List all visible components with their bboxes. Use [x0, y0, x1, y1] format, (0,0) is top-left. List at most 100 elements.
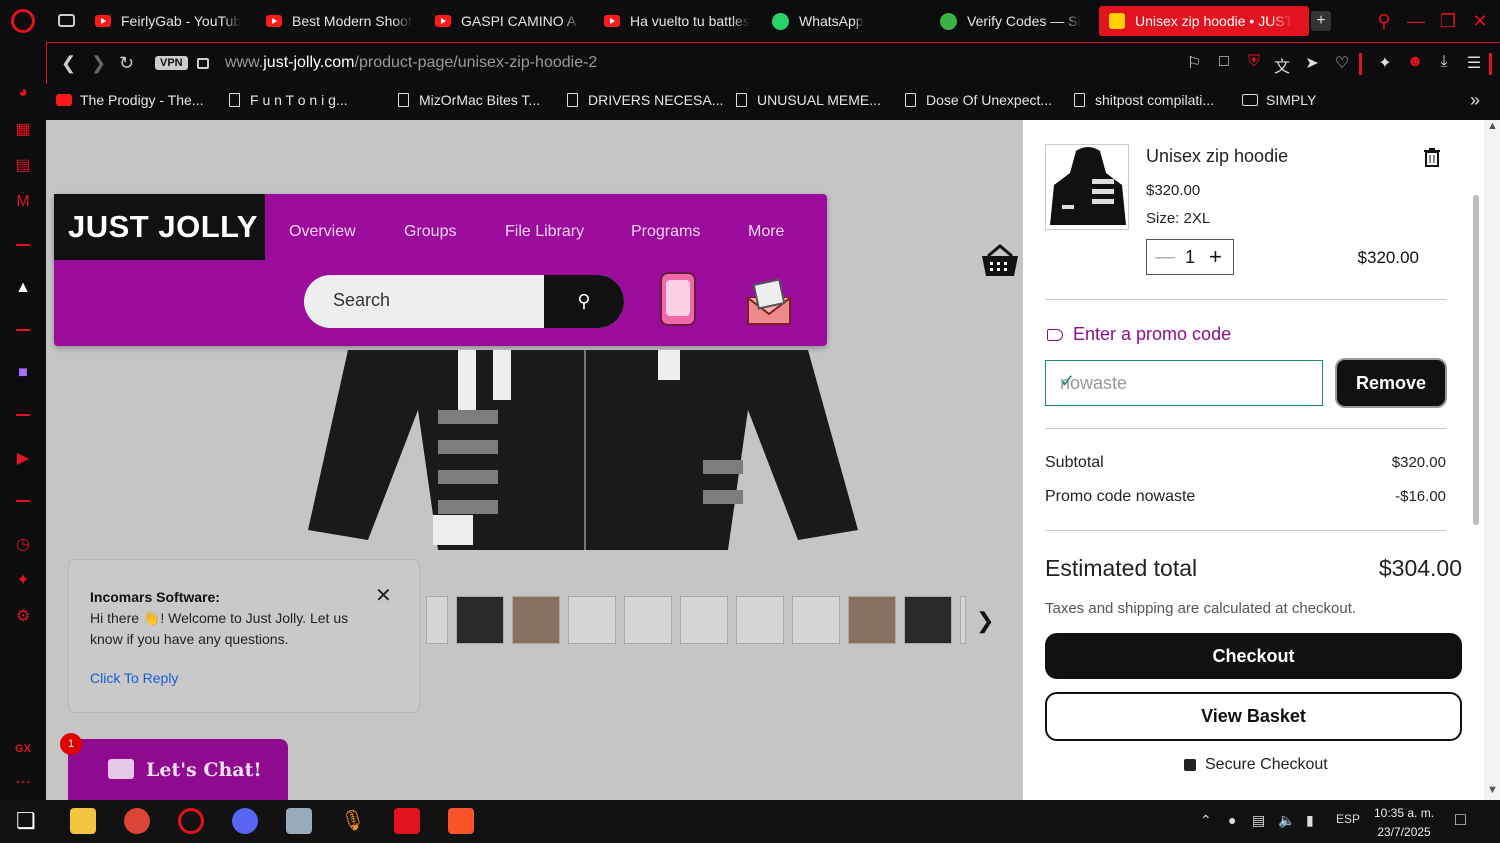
decrement-button[interactable]: — [1155, 246, 1175, 269]
aria-icon[interactable]: ▲ [12, 277, 34, 299]
news-icon[interactable]: ▤ [12, 155, 34, 177]
microphone-icon[interactable]: ▮ [1306, 812, 1314, 829]
chat-reply-link[interactable]: Click To Reply [90, 670, 178, 686]
back-icon[interactable]: ❮ [61, 53, 76, 74]
more-icon[interactable]: ⋯ [12, 772, 34, 794]
clock[interactable]: 10:35 a. m. 23/7/2025 [1374, 804, 1434, 842]
site-logo[interactable]: JUST JOLLY [54, 194, 265, 260]
translate-icon[interactable]: 文 [1271, 53, 1293, 77]
maximize-icon[interactable]: ❐ [1437, 10, 1459, 32]
checkout-button[interactable]: Checkout [1045, 633, 1462, 679]
player-icon[interactable]: ▶ [12, 448, 34, 470]
twitch-icon[interactable]: ■ [12, 362, 34, 384]
chevron-right-icon[interactable]: ❯ [976, 608, 994, 634]
thumbnail[interactable] [904, 596, 952, 644]
basket-icon[interactable] [980, 244, 1020, 278]
menu-more[interactable]: More [748, 223, 784, 241]
bookmark[interactable]: The Prodigy - The... [56, 92, 203, 108]
chat-button[interactable]: Let's Chat! [68, 739, 288, 800]
menu-programs[interactable]: Programs [631, 223, 700, 241]
view-basket-button[interactable]: View Basket [1045, 692, 1462, 741]
search-input[interactable]: Search [333, 290, 390, 311]
bookmark[interactable]: UNUSUAL MEME... [736, 92, 881, 108]
thumbnail[interactable] [426, 596, 448, 644]
cart-product-name[interactable]: Unisex zip hoodie [1146, 146, 1288, 167]
bookmark[interactable]: DRIVERS NECESA... [567, 92, 723, 108]
opera-logo-icon[interactable] [11, 9, 35, 33]
volume-icon[interactable]: 🔈 [1278, 812, 1295, 829]
scroll-up-icon[interactable]: ▲ [1487, 120, 1498, 132]
gx-label[interactable]: GX [12, 738, 34, 760]
close-window-icon[interactable]: ✕ [1469, 10, 1491, 32]
chrome-icon[interactable] [124, 808, 150, 834]
new-tab-button[interactable]: + [1311, 11, 1331, 31]
minimize-icon[interactable]: — [1405, 10, 1427, 32]
promo-code-input[interactable]: nowaste ✓ [1045, 360, 1323, 406]
pin-icon[interactable]: ⚐ [1183, 53, 1205, 73]
thumbnail[interactable] [624, 596, 672, 644]
bookmark[interactable]: shitpost compilati... [1074, 92, 1214, 108]
tab-1[interactable]: FeirlyGab - YouTub [95, 6, 245, 36]
search-icon[interactable]: ⚲ [544, 275, 624, 328]
quantity-stepper[interactable]: — 1 + [1146, 239, 1234, 275]
tab-active[interactable]: Unisex zip hoodie • JUST [1099, 6, 1309, 36]
easy-setup-icon[interactable]: ☰ [1463, 53, 1485, 73]
reload-icon[interactable]: ↻ [119, 53, 134, 74]
profile-icon[interactable]: ☻ [1404, 53, 1426, 71]
network-icon[interactable]: ▤ [1252, 812, 1265, 829]
thumbnail[interactable] [736, 596, 784, 644]
speed-dial-icon[interactable]: ◕ [12, 82, 34, 104]
tab-6[interactable]: Verify Codes — Si [940, 6, 1090, 36]
cart-product-image[interactable] [1045, 144, 1129, 230]
url-field[interactable]: www.just-jolly.com/product-page/unisex-z… [225, 54, 597, 72]
discord-icon[interactable] [232, 808, 258, 834]
quantity-value[interactable]: 1 [1185, 247, 1195, 268]
photos-icon[interactable] [286, 808, 312, 834]
notifications-icon[interactable]: □ [1455, 809, 1466, 830]
thumbnail[interactable] [960, 596, 966, 644]
bookmark[interactable]: MizOrMac Bites T... [398, 92, 540, 108]
thumbnail[interactable] [848, 596, 896, 644]
mail-icon[interactable]: M [12, 191, 34, 213]
thumbnail[interactable] [680, 596, 728, 644]
send-icon[interactable]: ➤ [1301, 53, 1323, 73]
promo-code-link[interactable]: Enter a promo code [1047, 324, 1231, 345]
bookmark[interactable]: F u n T o n i g... [229, 92, 348, 108]
forward-icon[interactable]: ❯ [91, 53, 106, 74]
close-icon[interactable]: ✕ [375, 583, 392, 608]
chevron-up-icon[interactable]: ⌃ [1200, 812, 1212, 829]
site-search[interactable]: Search ⚲ [304, 275, 624, 328]
remove-promo-button[interactable]: Remove [1337, 360, 1445, 406]
product-image[interactable] [308, 350, 858, 550]
microphone-app-icon[interactable]: 🎙 [340, 808, 366, 834]
download-icon[interactable]: ⤓ [1433, 53, 1455, 71]
windows-start-icon[interactable]: ❏ [16, 808, 42, 834]
menu-overview[interactable]: Overview [289, 223, 356, 241]
extensions-icon[interactable]: ✦ [12, 570, 34, 592]
tab-5[interactable]: WhatsApp [772, 6, 922, 36]
thumbnail[interactable] [792, 596, 840, 644]
thumbnail[interactable] [512, 596, 560, 644]
envelope-icon[interactable] [744, 278, 794, 326]
tab-3[interactable]: GASPI CAMINO A L [435, 6, 585, 36]
opera-gx-icon[interactable] [178, 808, 204, 834]
tab-4[interactable]: Ha vuelto tu battles [604, 6, 754, 36]
vpn-badge[interactable]: VPN [155, 56, 188, 70]
extensions-icon[interactable]: ✦ [1374, 53, 1396, 73]
page-scrollbar[interactable]: ▲ ▼ [1484, 120, 1500, 800]
thumbnail[interactable] [568, 596, 616, 644]
game-icon[interactable]: ▦ [12, 119, 34, 141]
menu-file-library[interactable]: File Library [505, 223, 584, 241]
trash-icon[interactable] [1421, 146, 1443, 168]
tab-2[interactable]: Best Modern Shoot [266, 6, 416, 36]
increment-button[interactable]: + [1209, 244, 1222, 270]
language-indicator[interactable]: ESP [1336, 812, 1360, 826]
thumbnail[interactable] [456, 596, 504, 644]
tray-icon[interactable]: ● [1228, 812, 1236, 828]
history-icon[interactable]: ◷ [12, 534, 34, 556]
brave-icon[interactable] [448, 808, 474, 834]
bookmark-folder[interactable]: SIMPLY [1242, 92, 1316, 108]
menu-groups[interactable]: Groups [404, 223, 456, 241]
tab-islands-icon[interactable] [58, 14, 75, 27]
bookmark[interactable]: Dose Of Unexpect... [905, 92, 1052, 108]
